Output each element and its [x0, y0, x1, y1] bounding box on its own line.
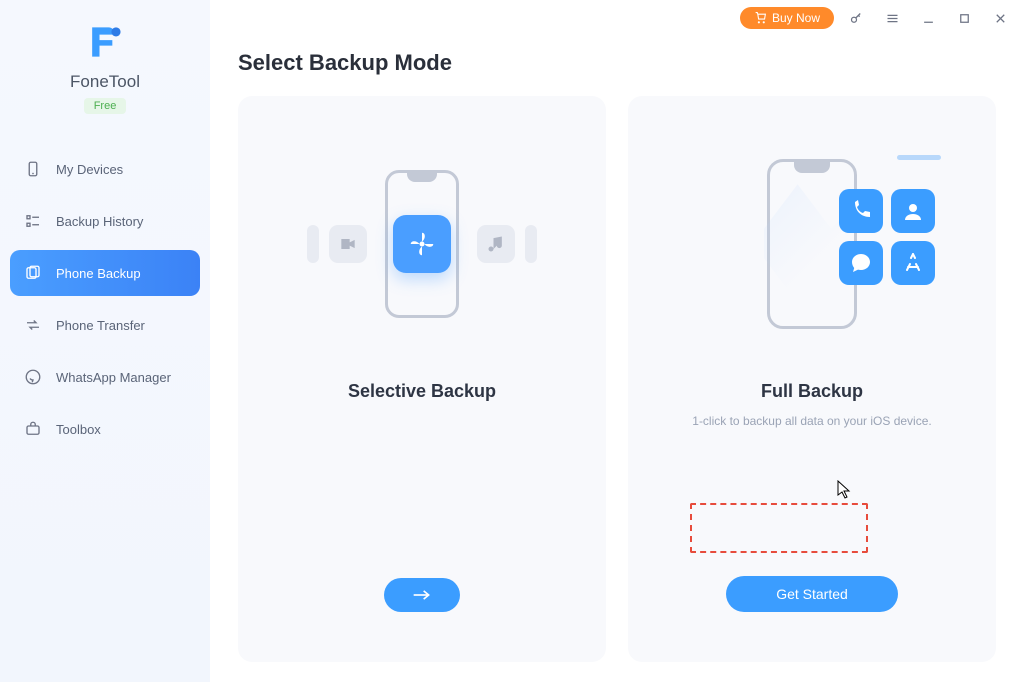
- sidebar-item-label: Toolbox: [56, 422, 101, 437]
- selective-backup-card[interactable]: Selective Backup: [238, 96, 606, 662]
- page-title: Select Backup Mode: [238, 50, 996, 76]
- appstore-app-icon: [891, 241, 935, 285]
- main-content: Select Backup Mode: [210, 0, 1024, 682]
- titlebar: Buy Now: [730, 0, 1024, 36]
- sidebar-item-phone-backup[interactable]: Phone Backup: [10, 250, 200, 296]
- sidebar-item-label: My Devices: [56, 162, 123, 177]
- backup-mode-cards: Selective Backup: [238, 96, 996, 662]
- full-card-title: Full Backup: [761, 381, 863, 402]
- full-card-subtitle: 1-click to backup all data on your iOS d…: [692, 414, 931, 428]
- backup-icon: [24, 264, 42, 282]
- phone-icon: [24, 160, 42, 178]
- minimize-button[interactable]: [914, 4, 942, 32]
- logo-section: FoneTool Free: [70, 20, 140, 114]
- sidebar-item-my-devices[interactable]: My Devices: [10, 146, 200, 192]
- buy-now-label: Buy Now: [772, 11, 820, 25]
- sidebar-item-label: WhatsApp Manager: [56, 370, 171, 385]
- cart-icon: [754, 12, 767, 25]
- list-icon: [24, 212, 42, 230]
- phone-outline-icon: [385, 170, 459, 318]
- arrow-right-icon: [412, 588, 432, 602]
- free-badge: Free: [84, 98, 127, 114]
- full-backup-card[interactable]: Full Backup 1-click to backup all data o…: [628, 96, 996, 662]
- selective-card-title: Selective Backup: [348, 381, 496, 402]
- sidebar: FoneTool Free My Devices Backup History: [0, 0, 210, 682]
- call-app-icon: [839, 189, 883, 233]
- app-window: Buy Now FoneTool Free: [0, 0, 1024, 682]
- selective-start-button[interactable]: [384, 578, 460, 612]
- sidebar-item-label: Phone Transfer: [56, 318, 145, 333]
- fan-tile-icon: [393, 215, 451, 273]
- sidebar-item-backup-history[interactable]: Backup History: [10, 198, 200, 244]
- sidebar-nav: My Devices Backup History Phone Backup P…: [0, 146, 210, 458]
- messages-app-icon: [839, 241, 883, 285]
- sidebar-item-label: Backup History: [56, 214, 143, 229]
- app-logo-icon: [83, 20, 127, 64]
- get-started-label: Get Started: [776, 586, 848, 602]
- chat-icon: [24, 368, 42, 386]
- menu-icon[interactable]: [878, 4, 906, 32]
- close-button[interactable]: [986, 4, 1014, 32]
- key-icon[interactable]: [842, 4, 870, 32]
- tile-fragment-right: [525, 225, 537, 263]
- toolbox-icon: [24, 420, 42, 438]
- tile-fragment-left: [307, 225, 319, 263]
- buy-now-button[interactable]: Buy Now: [740, 7, 834, 29]
- contacts-app-icon: [891, 189, 935, 233]
- sidebar-item-phone-transfer[interactable]: Phone Transfer: [10, 302, 200, 348]
- full-get-started-button[interactable]: Get Started: [726, 576, 898, 612]
- sidebar-item-label: Phone Backup: [56, 266, 141, 281]
- transfer-icon: [24, 316, 42, 334]
- music-tile-icon: [477, 225, 515, 263]
- maximize-button[interactable]: [950, 4, 978, 32]
- tease-bar-icon: [897, 155, 941, 160]
- app-name: FoneTool: [70, 72, 140, 92]
- video-tile-icon: [329, 225, 367, 263]
- sidebar-item-toolbox[interactable]: Toolbox: [10, 406, 200, 452]
- full-illustration: [648, 136, 976, 351]
- sidebar-item-whatsapp-manager[interactable]: WhatsApp Manager: [10, 354, 200, 400]
- selective-illustration: [258, 136, 586, 351]
